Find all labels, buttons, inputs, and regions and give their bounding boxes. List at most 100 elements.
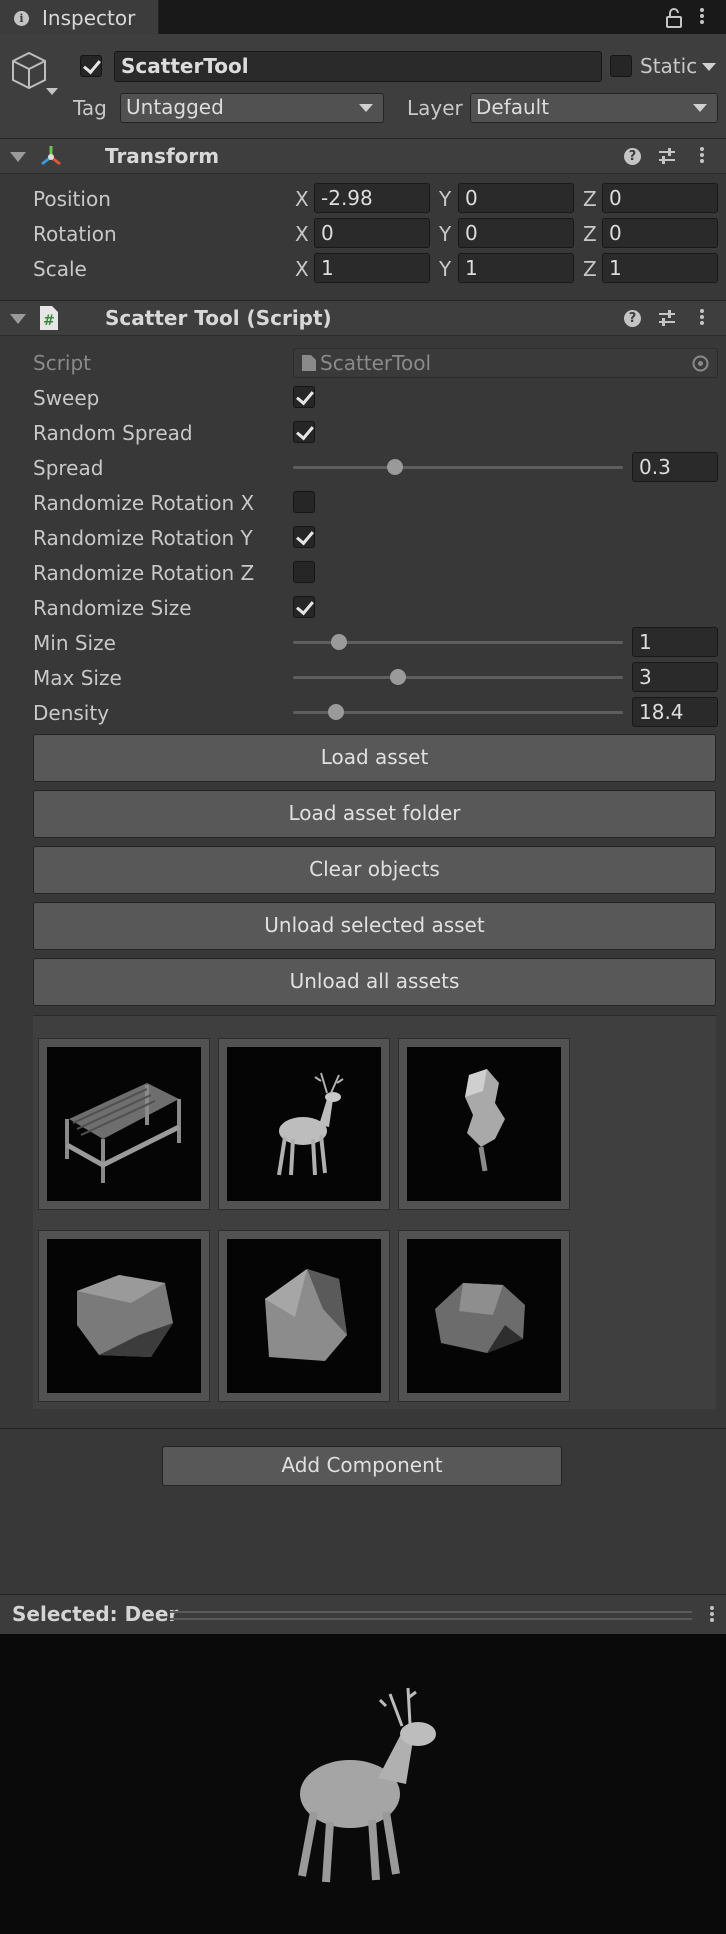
clear-objects-button[interactable]: Clear objects [33,846,716,894]
scale-y-field[interactable]: 1 [458,253,574,283]
info-icon: i [14,11,29,26]
tag-label: Tag [73,96,107,120]
max-size-label: Max Size [33,666,122,690]
axis-z-label: Z [583,222,597,246]
scale-label: Scale [33,257,87,281]
sweep-checkbox[interactable] [293,386,315,408]
static-label: Static [640,54,698,78]
position-z-field[interactable]: 0 [602,183,718,213]
foldout-arrow-icon[interactable] [10,152,26,162]
asset-preview [407,1047,561,1201]
randomize-rotation-z-checkbox[interactable] [293,561,315,583]
lock-icon[interactable] [663,7,685,29]
rotation-label: Rotation [33,222,117,246]
tab-inspector[interactable]: i Inspector [0,0,159,35]
load-asset-button[interactable]: Load asset [33,734,716,782]
sweep-label: Sweep [33,386,100,410]
asset-preview [47,1047,201,1201]
active-checkbox[interactable] [80,55,102,77]
presets-icon[interactable] [657,147,677,165]
max-size-slider-thumb[interactable] [390,669,407,685]
axis-x-label: X [295,257,309,281]
unload-all-assets-button[interactable]: Unload all assets [33,958,716,1006]
scatter-tool-title: Scatter Tool (Script) [105,306,332,330]
unload-selected-asset-button[interactable]: Unload selected asset [33,902,716,950]
help-icon[interactable]: ? [624,148,641,165]
density-value-field[interactable]: 18.4 [632,697,718,727]
preview-resize-handle[interactable] [170,1611,692,1620]
spread-value-field[interactable]: 0.3 [632,452,718,482]
position-label: Position [33,187,111,211]
static-dropdown-arrow[interactable] [702,63,716,71]
static-checkbox[interactable] [610,55,632,77]
layer-dropdown[interactable]: Default [470,93,718,123]
deer-preview-icon [298,1687,436,1883]
randomize-rotation-z-label: Randomize Rotation Z [33,561,255,585]
axis-x-label: X [295,222,309,246]
randomize-rotation-y-label: Randomize Rotation Y [33,526,253,550]
chevron-down-icon [359,104,373,112]
asset-preview [227,1047,381,1201]
spread-slider-track[interactable] [293,466,623,469]
scatter-tool-header[interactable]: # Scatter Tool (Script) ? [0,300,726,336]
randomize-rotation-y-checkbox[interactable] [293,526,315,548]
min-size-value-field[interactable]: 1 [632,627,718,657]
scale-z-field[interactable]: 1 [602,253,718,283]
object-picker-icon[interactable] [692,355,709,372]
add-component-button[interactable]: Add Component [162,1446,562,1486]
axis-z-label: Z [583,257,597,281]
asset-preview-viewport[interactable] [0,1634,726,1934]
asset-thumbnail-rock[interactable] [38,1230,210,1402]
bench-icon [65,1083,181,1183]
tab-inspector-label: Inspector [42,6,136,30]
deer-icon [277,1072,344,1176]
min-size-slider-thumb[interactable] [330,634,347,650]
position-x-field[interactable]: -2.98 [314,183,430,213]
asset-thumbnail-rock[interactable] [218,1230,390,1402]
asset-thumbnail-rock[interactable] [398,1230,570,1402]
density-slider-thumb[interactable] [327,704,344,720]
max-size-value-field[interactable]: 3 [632,662,718,692]
rotation-x-field[interactable]: 0 [314,218,430,248]
gameobject-cube-icon[interactable] [10,50,50,94]
foldout-arrow-icon[interactable] [10,314,26,324]
min-size-label: Min Size [33,631,116,655]
help-icon[interactable]: ? [624,310,641,327]
randomize-size-checkbox[interactable] [293,596,315,618]
asset-preview [47,1239,201,1393]
scale-x-field[interactable]: 1 [314,253,430,283]
position-y-field[interactable]: 0 [458,183,574,213]
preview-menu-icon[interactable] [708,1604,716,1626]
presets-icon[interactable] [657,309,677,327]
randomize-rotation-x-checkbox[interactable] [293,491,315,513]
tag-value: Untagged [126,95,224,119]
gameobject-header [0,34,726,139]
asset-thumbnail-deer[interactable] [218,1038,390,1210]
transform-header[interactable]: Transform ? [0,138,726,174]
script-value: ScatterTool [320,351,432,375]
script-label: Script [33,351,92,375]
max-size-slider-track[interactable] [293,676,623,679]
axis-y-label: Y [439,257,452,281]
component-menu-icon[interactable] [698,307,706,329]
layer-value: Default [476,95,550,119]
spread-slider-thumb[interactable] [387,459,404,475]
svg-text:#: # [43,313,55,329]
load-asset-folder-button[interactable]: Load asset folder [33,790,716,838]
rotation-y-field[interactable]: 0 [458,218,574,248]
asset-thumbnail-bench[interactable] [38,1038,210,1210]
icon-dropdown-arrow[interactable] [46,88,58,95]
window-menu-icon[interactable] [698,6,706,28]
transform-icon [41,146,61,166]
component-menu-icon[interactable] [698,145,706,167]
random-spread-checkbox[interactable] [293,421,315,443]
rotation-z-field[interactable]: 0 [602,218,718,248]
asset-thumbnail-tree[interactable] [398,1038,570,1210]
transform-title: Transform [105,144,220,168]
tag-dropdown[interactable]: Untagged [120,93,384,123]
gameobject-name-field[interactable]: ScatterTool [114,51,602,82]
script-object-field[interactable]: ScatterTool [293,348,718,378]
asset-preview [227,1239,381,1393]
rock-icon [435,1283,525,1353]
asset-preview [407,1239,561,1393]
